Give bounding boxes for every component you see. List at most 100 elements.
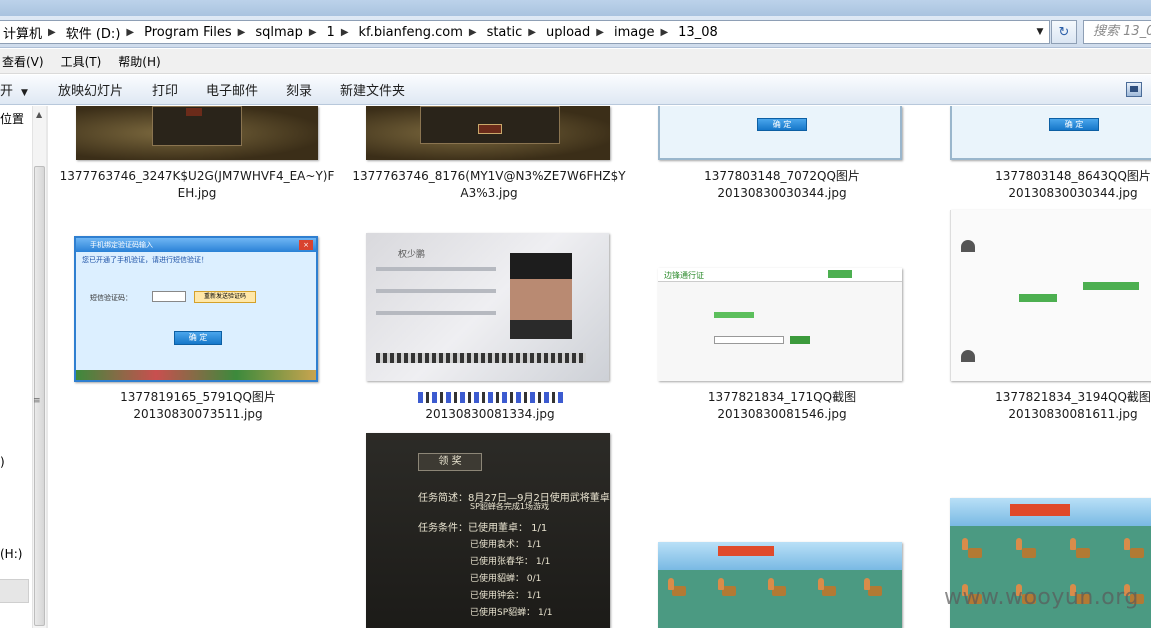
player-shape xyxy=(1016,538,1022,550)
refresh-icon[interactable]: ↻ xyxy=(1051,20,1077,44)
menu-help[interactable]: 帮助(H) xyxy=(116,53,167,70)
button-shape xyxy=(186,108,202,116)
file-view: 确 定 确 定 1377763746_3247K$U2G(JM7WHVF4_EA… xyxy=(48,106,1151,628)
confirm-button-shape: 确 定 xyxy=(757,118,807,131)
slideshow-button[interactable]: 放映幻灯片 xyxy=(58,80,123,99)
breadcrumb-label: upload xyxy=(545,24,591,40)
navigation-pane: 位置 ) (H:) xyxy=(0,106,32,628)
breadcrumb-upload[interactable]: upload ▶ xyxy=(542,21,610,43)
dropdown-arrow-icon[interactable]: ▼ xyxy=(21,88,28,98)
account-icon xyxy=(961,240,975,252)
file-name[interactable]: 20130830081334.jpg xyxy=(345,389,635,423)
address-bar[interactable]: 计算机 ▶ 软件 (D:) ▶ Program Files ▶ sqlmap ▶ 1 ▶ … xyxy=(0,20,1050,44)
scroll-up-icon[interactable]: ▲ xyxy=(36,110,42,119)
thumbnail-image[interactable] xyxy=(366,106,610,160)
table-shape xyxy=(1022,548,1036,558)
file-name-line2: 20130830030344.jpg xyxy=(1008,186,1138,200)
chevron-right-icon[interactable]: ▶ xyxy=(45,27,62,38)
file-name-line2: A3%3.jpg xyxy=(460,186,518,200)
address-dropdown-icon[interactable]: ▼ xyxy=(1031,21,1049,43)
preview-pane-icon[interactable] xyxy=(1126,82,1142,97)
breadcrumb-1[interactable]: 1 ▶ xyxy=(323,21,355,43)
photo-pixelated xyxy=(510,253,572,339)
breadcrumb-13-08[interactable]: 13_08 xyxy=(674,21,721,43)
splitter-grip-icon[interactable]: ≡ xyxy=(33,396,41,406)
nav-item-selected[interactable] xyxy=(0,579,29,603)
thumbnail-image[interactable]: 手机绑定验证码输入 × 您已开通了手机验证，请进行短信验证！ 短信验证码： 重新… xyxy=(74,236,318,382)
chevron-right-icon[interactable]: ▶ xyxy=(657,27,674,38)
file-name[interactable]: 1377821834_171QQ截图 20130830081546.jpg xyxy=(637,389,927,423)
file-name[interactable]: 1377821834_3194QQ截图 20130830081611.jpg xyxy=(928,389,1151,423)
nav-scrollbar[interactable]: ▲ xyxy=(32,106,46,628)
new-folder-button[interactable]: 新建文件夹 xyxy=(340,80,405,99)
nav-item-partial[interactable]: ) xyxy=(0,455,5,469)
breadcrumb-label: 13_08 xyxy=(678,24,718,40)
breadcrumb-computer[interactable]: 计算机 ▶ xyxy=(0,21,62,43)
watermark: www.wooyun.org xyxy=(944,585,1139,610)
button-shape xyxy=(478,124,502,134)
table-shape xyxy=(772,586,786,596)
breadcrumb-static[interactable]: static ▶ xyxy=(483,21,542,43)
task-description-2: SP貂蝉各完成1场游戏 xyxy=(470,502,549,511)
file-name[interactable]: 1377803148_8643QQ图片 20130830030344.jpg xyxy=(928,168,1151,202)
thumbnail-image[interactable] xyxy=(76,106,318,160)
table-shape xyxy=(968,548,982,558)
print-button[interactable]: 打印 xyxy=(152,80,178,99)
thumbnail-image[interactable]: 确 定 xyxy=(658,106,902,160)
id-text-line xyxy=(376,311,496,315)
player-shape xyxy=(1124,538,1130,550)
nav-item-location[interactable]: 位置 xyxy=(0,110,24,127)
breadcrumb-image[interactable]: image ▶ xyxy=(610,21,674,43)
nav-item-drive-h[interactable]: (H:) xyxy=(0,547,22,561)
breadcrumb-domain[interactable]: kf.bianfeng.com ▶ xyxy=(355,21,483,43)
file-name-line2: 20130830081334.jpg xyxy=(425,407,555,421)
breadcrumb-program-files[interactable]: Program Files ▶ xyxy=(140,21,251,43)
task-row: 已使用张春华： 1/1 xyxy=(470,557,551,567)
breadcrumb-drive[interactable]: 软件 (D:) ▶ xyxy=(62,21,140,43)
thumbnail-image[interactable]: 领 奖 任务简述：8月27日—9月2日使用武将董卓，袁术 SP貂蝉各完成1场游戏… xyxy=(366,433,610,628)
address-row: 计算机 ▶ 软件 (D:) ▶ Program Files ▶ sqlmap ▶ 1 ▶ … xyxy=(0,16,1151,48)
file-name-line2: 20130830081546.jpg xyxy=(717,407,847,421)
open-button[interactable]: 开 ▼ xyxy=(0,80,28,99)
task-row: 已使用钟会： 1/1 xyxy=(470,591,542,601)
file-name-line2: 20130830030344.jpg xyxy=(717,186,847,200)
code-input-shape xyxy=(152,291,186,302)
progress-shape xyxy=(714,312,754,318)
chevron-right-icon[interactable]: ▶ xyxy=(525,27,542,38)
chevron-right-icon[interactable]: ▶ xyxy=(593,27,610,38)
file-name[interactable]: 1377803148_7072QQ图片 20130830030344.jpg xyxy=(637,168,927,202)
thumbnail-image[interactable]: 权少鹏 xyxy=(366,233,609,381)
file-name-line1: 1377763746_8176(MY1V@N3%ZE7W6FHZ$Y xyxy=(352,169,626,183)
reward-button-shape: 领 奖 xyxy=(418,453,482,471)
dialog-message: 您已开通了手机验证，请进行短信验证！ xyxy=(82,256,208,264)
chevron-right-icon[interactable]: ▶ xyxy=(466,27,483,38)
menu-view[interactable]: 查看(V) xyxy=(0,53,51,70)
id-name: 权少鹏 xyxy=(398,250,426,260)
thumbnail-image[interactable] xyxy=(658,542,902,628)
email-button[interactable]: 电子邮件 xyxy=(206,80,258,99)
file-name[interactable]: 1377763746_8176(MY1V@N3%ZE7W6FHZ$Y A3%3.j… xyxy=(344,168,634,202)
thumbnail-image[interactable] xyxy=(950,210,1151,381)
thumbnail-image[interactable]: 确 定 xyxy=(950,106,1151,160)
menu-tools[interactable]: 工具(T) xyxy=(59,53,109,70)
open-label: 开 xyxy=(0,84,14,99)
chevron-right-icon[interactable]: ▶ xyxy=(123,27,140,38)
chevron-right-icon[interactable]: ▶ xyxy=(306,27,323,38)
burn-button[interactable]: 刻录 xyxy=(286,80,312,99)
breadcrumb-sqlmap[interactable]: sqlmap ▶ xyxy=(251,21,322,43)
table-shape xyxy=(1130,548,1144,558)
player-shape xyxy=(1070,538,1076,550)
game-logo-shape xyxy=(718,546,774,556)
file-name[interactable]: 1377819165_5791QQ图片 20130830073511.jpg xyxy=(53,389,343,423)
id-text-line xyxy=(376,289,496,293)
chevron-right-icon[interactable]: ▶ xyxy=(235,27,252,38)
command-bar: 开 ▼ 放映幻灯片 打印 电子邮件 刻录 新建文件夹 xyxy=(0,75,1151,105)
file-name[interactable]: 1377763746_3247K$U2G(JM7WHVF4_EA~Y)F EH.j… xyxy=(52,168,342,202)
chevron-right-icon[interactable]: ▶ xyxy=(338,27,355,38)
thumbnail-image[interactable]: 边锋通行证 xyxy=(658,268,902,381)
table-shape xyxy=(822,586,836,596)
file-name-line1: 1377803148_8643QQ图片 xyxy=(995,169,1151,183)
id-number-redacted xyxy=(376,353,586,363)
search-input[interactable]: 搜索 13_08 xyxy=(1083,20,1151,44)
resend-button-shape: 重新发送验证码 xyxy=(194,291,256,303)
